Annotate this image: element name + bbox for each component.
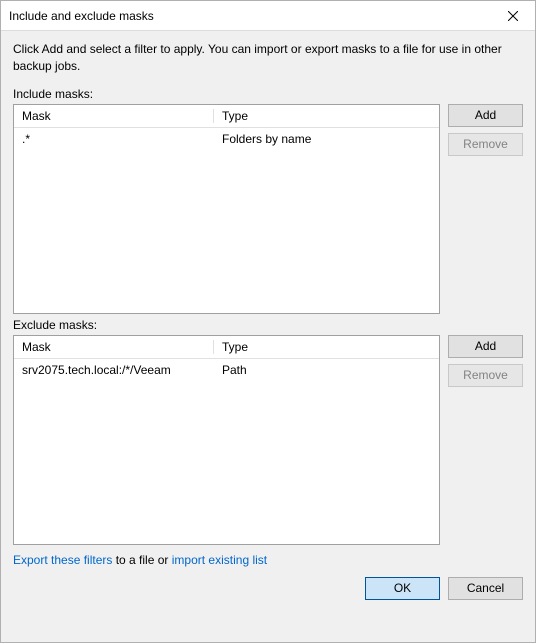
import-link[interactable]: import existing list [172,553,267,567]
include-label: Include masks: [13,87,523,101]
cancel-button[interactable]: Cancel [448,577,523,600]
exclude-buttons: Add Remove [448,335,523,545]
include-cell-type: Folders by name [214,127,439,150]
links-row: Export these filters to a file or import… [13,553,523,567]
include-section: Mask Type .* Folders by name Add Remove [13,104,523,314]
table-row[interactable]: srv2075.tech.local:/*/Veeam Path [14,358,439,381]
include-add-button[interactable]: Add [448,104,523,127]
table-row[interactable]: .* Folders by name [14,127,439,150]
exclude-header-mask[interactable]: Mask [14,336,214,359]
exclude-section: Mask Type srv2075.tech.local:/*/Veeam Pa… [13,335,523,545]
dialog-content: Click Add and select a filter to apply. … [1,31,535,642]
include-cell-mask: .* [14,127,214,150]
ok-button[interactable]: OK [365,577,440,600]
links-middle-text: to a file or [112,553,171,567]
include-header-type[interactable]: Type [214,105,439,128]
description-text: Click Add and select a filter to apply. … [13,41,523,75]
close-button[interactable] [490,1,535,30]
exclude-remove-button[interactable]: Remove [448,364,523,387]
close-icon [508,11,518,21]
footer: OK Cancel [13,577,523,612]
exclude-cell-type: Path [214,358,439,381]
dialog-title: Include and exclude masks [9,9,154,23]
include-buttons: Add Remove [448,104,523,314]
include-table-container: Mask Type .* Folders by name [13,104,440,314]
export-link[interactable]: Export these filters [13,553,112,567]
exclude-table-container: Mask Type srv2075.tech.local:/*/Veeam Pa… [13,335,440,545]
exclude-table: Mask Type srv2075.tech.local:/*/Veeam Pa… [14,336,439,381]
exclude-add-button[interactable]: Add [448,335,523,358]
include-table: Mask Type .* Folders by name [14,105,439,150]
include-header-mask[interactable]: Mask [14,105,214,128]
exclude-label: Exclude masks: [13,318,523,332]
exclude-header-type[interactable]: Type [214,336,439,359]
include-remove-button[interactable]: Remove [448,133,523,156]
title-bar: Include and exclude masks [1,1,535,31]
exclude-cell-mask: srv2075.tech.local:/*/Veeam [14,358,214,381]
